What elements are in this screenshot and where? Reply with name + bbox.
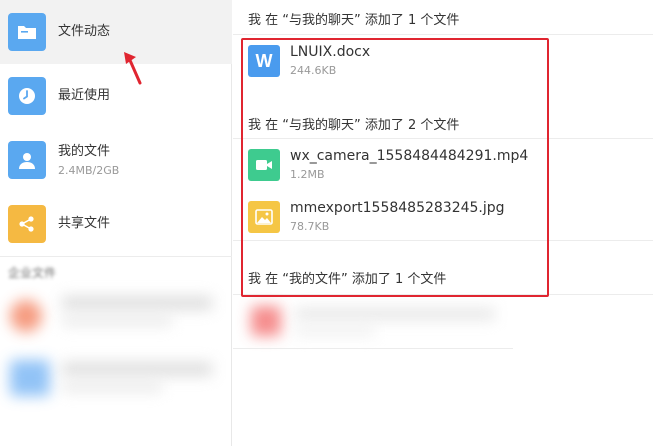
image-icon bbox=[248, 201, 280, 233]
share-icon bbox=[8, 205, 46, 243]
blurred-file-icon bbox=[251, 306, 281, 336]
divider bbox=[233, 34, 653, 35]
folder-icon bbox=[8, 13, 46, 51]
video-icon bbox=[248, 149, 280, 181]
divider bbox=[233, 240, 653, 241]
blurred-avatar bbox=[10, 360, 50, 396]
word-doc-icon: W bbox=[248, 45, 280, 77]
file-row[interactable]: W LNUIX.docx 244.6KB bbox=[233, 38, 653, 88]
activity-entry: 我 在 “与我的聊天” 添加了 1 个文件 bbox=[248, 13, 460, 28]
sidebar-item-label: 我的文件 bbox=[58, 144, 111, 159]
file-size: 1.2MB bbox=[290, 168, 325, 181]
sidebar-item-label: 共享文件 bbox=[58, 216, 111, 231]
blurred-text bbox=[295, 308, 495, 320]
blurred-avatar bbox=[10, 300, 42, 332]
divider bbox=[233, 138, 653, 139]
file-name: wx_camera_1558484484291.mp4 bbox=[290, 148, 529, 164]
sidebar-item-recent[interactable]: 最近使用 bbox=[0, 64, 232, 128]
user-icon bbox=[8, 141, 46, 179]
sidebar-item-label: 文件动态 bbox=[58, 24, 111, 39]
section-label: 企业文件 bbox=[8, 266, 57, 280]
blurred-text bbox=[62, 296, 212, 310]
storage-usage: 2.4MB/2GB bbox=[58, 164, 120, 177]
annotation-arrow-icon bbox=[124, 52, 142, 85]
sidebar-item-file-activity[interactable]: 文件动态 bbox=[0, 0, 232, 64]
sidebar-item-shared[interactable]: 共享文件 bbox=[0, 192, 232, 256]
sidebar: 文件动态 最近使用 我的文件 2.4MB/2GB 共享文件 企业文件 bbox=[0, 0, 232, 446]
activity-entry: 我 在 “我的文件” 添加了 1 个文件 bbox=[248, 272, 447, 287]
file-row[interactable]: wx_camera_1558484484291.mp4 1.2MB bbox=[233, 142, 653, 192]
clock-icon bbox=[8, 77, 46, 115]
file-row[interactable]: mmexport1558485283245.jpg 78.7KB bbox=[233, 194, 653, 244]
sidebar-divider bbox=[0, 256, 232, 257]
divider bbox=[233, 348, 513, 349]
file-size: 244.6KB bbox=[290, 64, 337, 77]
activity-entry: 我 在 “与我的聊天” 添加了 2 个文件 bbox=[248, 118, 460, 133]
file-name: mmexport1558485283245.jpg bbox=[290, 200, 505, 216]
blurred-text bbox=[295, 326, 375, 336]
blurred-text bbox=[62, 362, 212, 376]
blurred-text bbox=[62, 382, 162, 392]
file-name: LNUIX.docx bbox=[290, 44, 371, 60]
sidebar-item-my-files[interactable]: 我的文件 2.4MB/2GB bbox=[0, 128, 232, 192]
sidebar-item-label: 最近使用 bbox=[58, 88, 111, 103]
divider bbox=[233, 294, 653, 295]
file-size: 78.7KB bbox=[290, 220, 330, 233]
blurred-text bbox=[62, 316, 172, 326]
activity-feed: 我 在 “与我的聊天” 添加了 1 个文件 W LNUIX.docx 244.6… bbox=[233, 0, 653, 446]
